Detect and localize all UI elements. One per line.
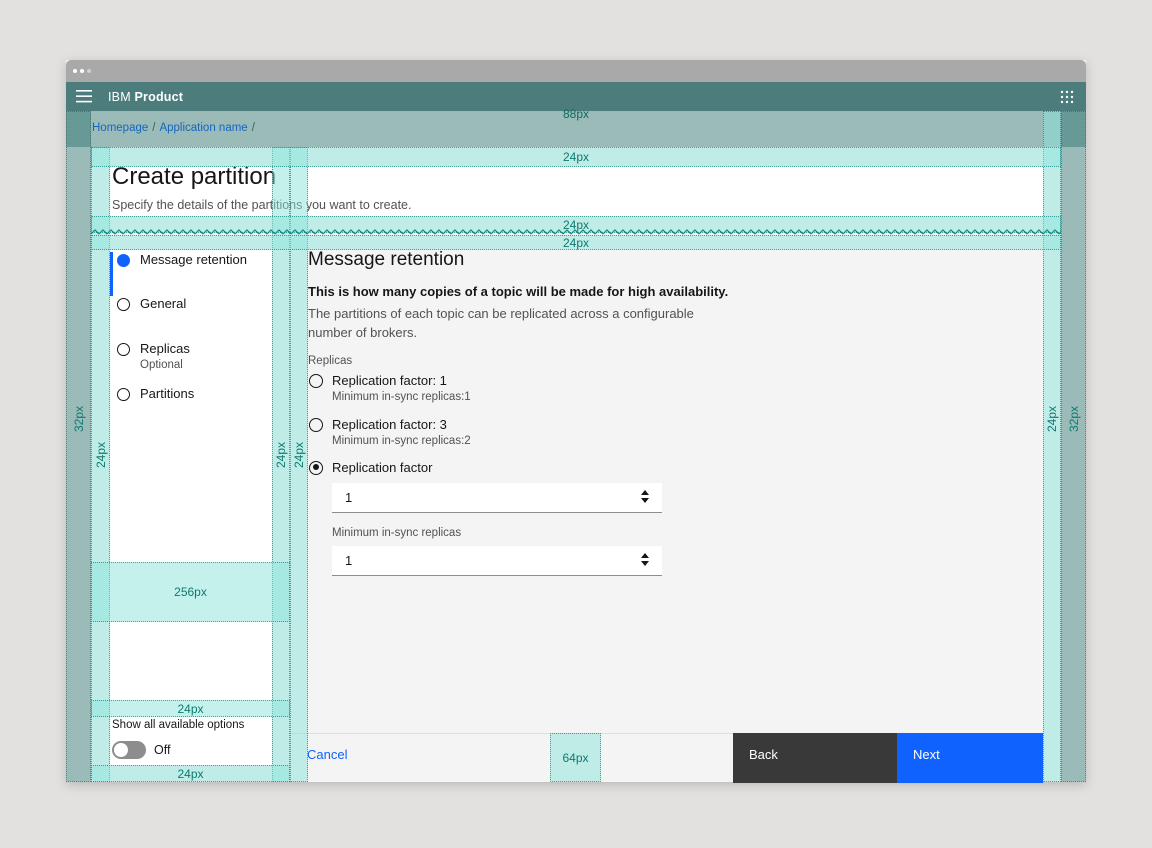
breadcrumb-link-homepage[interactable]: Homepage <box>92 122 148 134</box>
step-label: General <box>140 296 186 311</box>
toggle-label: Show all available options <box>112 719 244 731</box>
replication-factor-value-input[interactable] <box>332 483 612 512</box>
toggle-knob <box>114 743 128 757</box>
step-incomplete-icon <box>117 343 130 356</box>
browser-window: IBM Product Homepage / Application name / C… <box>66 60 1086 782</box>
window-dot-icon <box>87 69 91 73</box>
back-button[interactable]: Back <box>733 733 897 783</box>
radio-label: Replication factor <box>332 460 432 475</box>
step-item-message-retention[interactable]: Message retention <box>110 252 272 296</box>
cancel-button[interactable]: Cancel <box>307 747 347 762</box>
step-label: Partitions <box>140 386 194 401</box>
radio-unselected-icon <box>309 374 323 388</box>
min-in-sync-label: Minimum in-sync replicas <box>332 527 461 539</box>
step-item-general[interactable]: General <box>110 296 272 340</box>
breadcrumb: Homepage / Application name / <box>92 122 259 134</box>
window-dot-icon <box>80 69 84 73</box>
min-in-sync-number-input <box>332 546 662 576</box>
wizard-footer: Cancel Back Next <box>290 733 1043 782</box>
decrement-icon[interactable] <box>641 498 649 503</box>
number-stepper[interactable] <box>641 553 649 566</box>
view-options-section: Show all available options Off <box>110 717 272 765</box>
description-line: The partitions of each topic can be repl… <box>308 304 694 323</box>
page-subtitle: Specify the details of the partitions yo… <box>112 198 411 212</box>
increment-icon[interactable] <box>641 490 649 495</box>
step-incomplete-icon <box>117 388 130 401</box>
breadcrumb-link-application[interactable]: Application name <box>159 122 247 134</box>
show-options-toggle[interactable] <box>112 741 146 759</box>
brand-prefix: IBM <box>108 90 131 104</box>
radio-label: Replication factor: 1 <box>332 373 447 388</box>
toggle-state-label: Off <box>154 743 170 757</box>
menu-icon[interactable] <box>76 90 92 108</box>
min-in-sync-value-input[interactable] <box>332 546 612 575</box>
radio-helper-text: Minimum in-sync replicas:1 <box>332 391 471 403</box>
radio-helper-text: Minimum in-sync replicas:2 <box>332 435 471 447</box>
radio-replication-factor-custom[interactable]: Replication factor <box>309 460 432 475</box>
breadcrumb-separator: / <box>252 122 255 134</box>
radio-replication-factor-3[interactable]: Replication factor: 3 <box>309 417 447 432</box>
decrement-icon[interactable] <box>641 561 649 566</box>
section-description: The partitions of each topic can be repl… <box>308 304 694 342</box>
section-heading: Message retention <box>308 249 464 271</box>
breadcrumb-row: Homepage / Application name / <box>66 111 1086 147</box>
radio-unselected-icon <box>309 418 323 432</box>
progress-sidebar: Message retention General Replicas Optio… <box>110 250 272 765</box>
next-button[interactable]: Next <box>897 733 1043 783</box>
step-item-partitions[interactable]: Partitions <box>110 386 272 430</box>
radio-label: Replication factor: 3 <box>332 417 447 432</box>
section-emphasis-text: This is how many copies of a topic will … <box>308 284 728 299</box>
window-dot-icon <box>73 69 77 73</box>
app-brand: IBM Product <box>108 90 183 104</box>
step-sublabel: Optional <box>140 359 183 371</box>
page-title: Create partition <box>112 163 276 191</box>
app-header: IBM Product <box>66 82 1086 111</box>
replication-factor-number-input <box>332 483 662 513</box>
breadcrumb-separator: / <box>152 122 155 134</box>
app-switcher-icon[interactable] <box>1060 90 1074 109</box>
increment-icon[interactable] <box>641 553 649 558</box>
description-line: number of brokers. <box>308 323 694 342</box>
radio-replication-factor-1[interactable]: Replication factor: 1 <box>309 373 447 388</box>
step-item-replicas[interactable]: Replicas Optional <box>110 341 272 385</box>
step-current-icon <box>117 254 130 267</box>
number-stepper[interactable] <box>641 490 649 503</box>
step-label: Replicas <box>140 341 190 356</box>
step-incomplete-icon <box>117 298 130 311</box>
radio-selected-icon <box>309 461 323 475</box>
window-titlebar <box>66 60 1086 82</box>
replicas-group-label: Replicas <box>308 355 352 367</box>
window-controls <box>73 69 91 73</box>
step-label: Message retention <box>140 252 247 267</box>
brand-name: Product <box>135 90 184 104</box>
